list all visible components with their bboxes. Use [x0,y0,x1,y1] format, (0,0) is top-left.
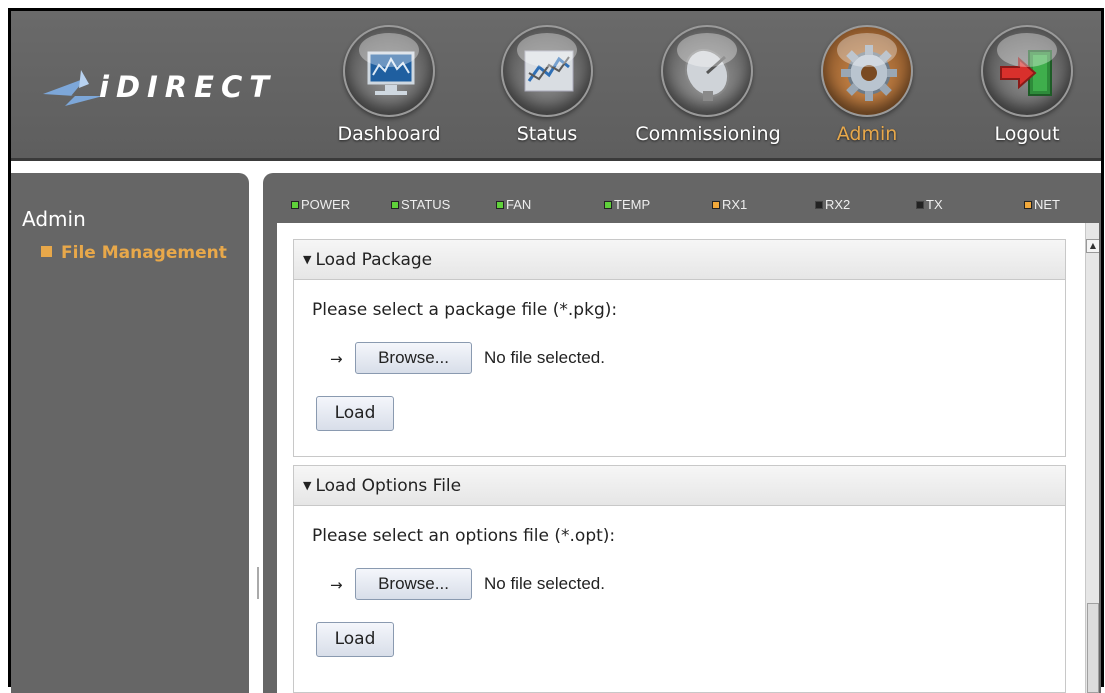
sidebar-title: Admin [22,207,86,231]
monitor-icon [343,25,435,117]
arrow-right-icon: → [330,350,343,368]
load-options-section: ▼ Load Options File Please select an opti… [293,465,1066,693]
status-dot-icon [815,201,823,209]
led-status: STATUS [391,197,450,212]
led-label: RX2 [825,197,851,212]
collapse-triangle-icon: ▼ [303,253,312,266]
scrollbar-thumb[interactable] [1087,603,1099,693]
led-label: FAN [506,197,532,212]
led-power: POWER [291,197,350,212]
package-file-status: No file selected. [484,348,605,367]
file-management-pane: ▼ Load Package Please select a package fi… [277,223,1099,693]
browse-package-button[interactable]: Browse... [355,342,472,374]
load-options-header[interactable]: ▼ Load Options File [294,466,1065,506]
status-led-bar: POWER STATUS FAN TEMP RX1 RX2 TX NET [263,173,1101,223]
collapse-triangle-icon: ▼ [303,479,312,492]
options-prompt: Please select an options file (*.opt): [312,526,616,546]
led-label: NET [1034,197,1060,212]
bullet-square-icon [41,246,52,257]
app-window: iDIRECT Dashboard Status Commissioning A… [8,8,1104,693]
exit-door-icon [981,25,1073,117]
arrow-right-icon: → [330,576,343,594]
content-panel: POWER STATUS FAN TEMP RX1 RX2 TX NET ▼ Lo… [263,173,1101,693]
status-dot-icon [291,201,299,209]
led-fan: FAN [496,197,531,212]
nav-status-label: Status [516,123,578,145]
led-label: STATUS [401,197,451,212]
status-dot-icon [916,201,924,209]
section-title: Load Package [315,250,433,270]
led-label: POWER [301,197,351,212]
nav-commissioning-label: Commissioning [635,123,781,145]
status-dot-icon [391,201,399,209]
status-dot-icon [604,201,612,209]
sidebar-resize-handle[interactable] [257,567,259,599]
gear-icon [821,25,913,117]
logo-text: iDIRECT [99,70,277,104]
led-label: TEMP [614,197,651,212]
nav-logout-label: Logout [994,123,1060,145]
status-dot-icon [712,201,720,209]
options-file-status: No file selected. [484,574,605,593]
top-navigation-bar: iDIRECT Dashboard Status Commissioning A… [11,11,1101,161]
sidebar-item-label: File Management [61,243,227,263]
load-package-header[interactable]: ▼ Load Package [294,240,1065,280]
section-title: Load Options File [315,476,462,496]
load-package-section: ▼ Load Package Please select a package fi… [293,239,1066,457]
sidebar-item-file-management[interactable]: File Management [41,243,227,263]
nav-admin-label: Admin [836,123,898,145]
nav-dashboard-label: Dashboard [337,123,441,145]
status-dot-icon [496,201,504,209]
led-net: NET [1024,197,1060,212]
load-package-button[interactable]: Load [316,396,394,431]
idirect-logo: iDIRECT [41,66,291,116]
led-rx1: RX1 [712,197,747,212]
load-options-button[interactable]: Load [316,622,394,657]
graph-icon [501,25,593,117]
led-label: RX1 [722,197,748,212]
package-prompt: Please select a package file (*.pkg): [312,300,618,320]
led-rx2: RX2 [815,197,850,212]
browse-options-button[interactable]: Browse... [355,568,472,600]
nav-status[interactable]: Status [497,11,597,161]
nav-commissioning[interactable]: Commissioning [623,11,793,161]
led-tx: TX [916,197,943,212]
led-temp: TEMP [604,197,650,212]
nav-logout[interactable]: Logout [977,11,1077,161]
led-label: TX [926,197,943,212]
sidebar: Admin File Management [11,173,249,693]
scroll-up-arrow-icon[interactable]: ▲ [1086,239,1099,253]
status-dot-icon [1024,201,1032,209]
nav-dashboard[interactable]: Dashboard [329,11,449,161]
nav-admin[interactable]: Admin [821,11,913,161]
vertical-scrollbar[interactable]: ▲ [1085,223,1099,693]
satellite-dish-icon [661,25,753,117]
